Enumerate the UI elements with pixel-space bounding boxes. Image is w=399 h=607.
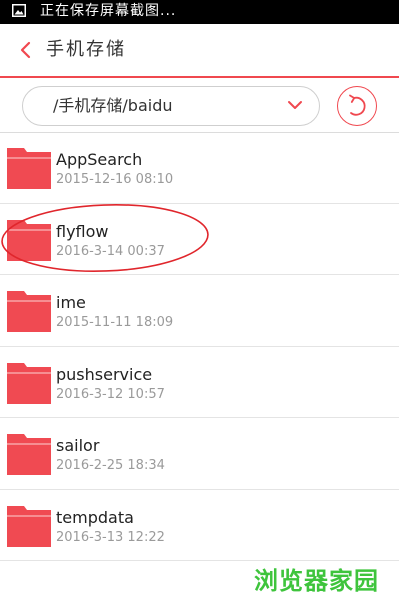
folder-row[interactable]: pushservice 2016-3-12 10:57 xyxy=(0,347,399,418)
refresh-icon xyxy=(349,94,366,116)
page-title: 手机存储 xyxy=(46,39,126,60)
watermark: 浏览器家园 xyxy=(254,567,379,595)
folder-row[interactable]: sailor 2016-2-25 18:34 xyxy=(0,418,399,490)
folder-row[interactable]: flyflow 2016-3-14 00:37 xyxy=(0,204,399,275)
folder-name: tempdata xyxy=(56,507,134,527)
title-bar: 手机存储 xyxy=(0,24,399,78)
folder-name: sailor xyxy=(56,436,100,455)
status-text: 正在保存屏幕截图... xyxy=(40,3,177,19)
folder-date: 2015-12-16 08:10 xyxy=(56,172,174,187)
folder-name: flyflow xyxy=(56,221,109,241)
folder-date: 2015-11-11 18:09 xyxy=(56,315,174,330)
folder-name: AppSearch xyxy=(56,150,143,169)
folder-row[interactable]: tempdata 2016-3-13 12:22 xyxy=(0,490,399,561)
folder-name: pushservice xyxy=(56,364,153,384)
folder-icon xyxy=(7,434,51,475)
folder-icon xyxy=(7,219,51,261)
folder-name: ime xyxy=(56,293,86,312)
folder-icon xyxy=(7,362,51,404)
folder-icon xyxy=(7,505,51,547)
path-dropdown[interactable]: /手机存储/baidu xyxy=(22,86,320,126)
folder-row[interactable]: AppSearch 2015-12-16 08:10 xyxy=(0,132,399,204)
path-text: /手机存储/baidu xyxy=(53,96,173,115)
folder-icon xyxy=(7,291,51,332)
chevron-down-icon xyxy=(288,101,302,109)
folder-date: 2016-3-13 12:22 xyxy=(56,529,165,545)
folder-date: 2016-2-25 18:34 xyxy=(56,458,165,473)
folder-row[interactable]: ime 2015-11-11 18:09 xyxy=(0,275,399,347)
back-chevron-icon[interactable] xyxy=(16,40,36,60)
screenshot-icon xyxy=(12,4,26,17)
folder-date: 2016-3-12 10:57 xyxy=(56,386,165,402)
folder-date: 2016-3-14 00:37 xyxy=(56,243,165,259)
folder-icon xyxy=(7,148,51,189)
file-list: AppSearch 2015-12-16 08:10 flyflow 2016-… xyxy=(0,132,399,561)
status-bar: 正在保存屏幕截图... xyxy=(0,0,399,24)
refresh-button[interactable] xyxy=(337,86,377,126)
